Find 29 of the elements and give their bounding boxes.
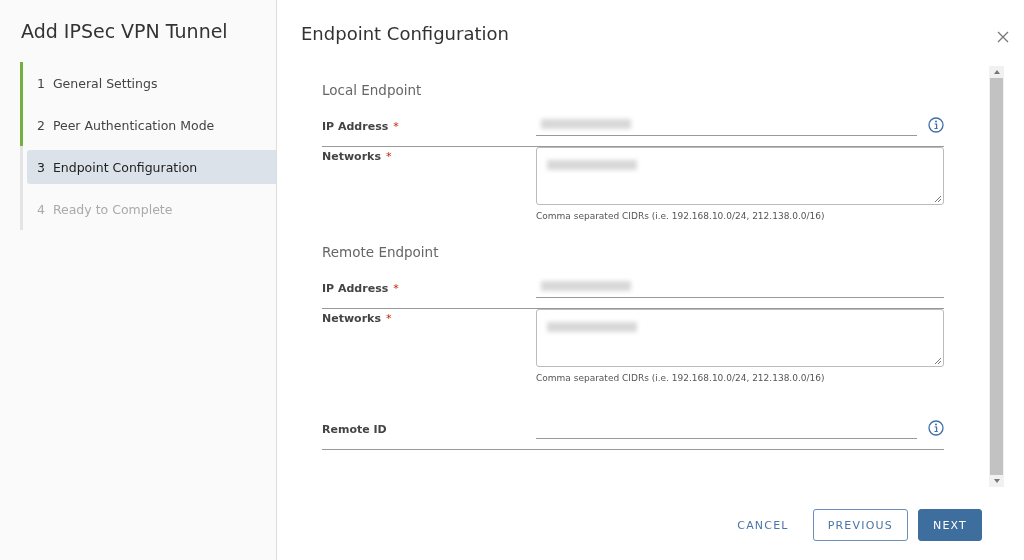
info-icon[interactable] [928,116,944,133]
field-label: IP Address [322,119,389,133]
helper-text: Comma separated CIDRs (i.e. 192.168.10.0/24, 212.138.0.0/16) [536,373,826,383]
helper-text: Comma separated CIDRs (i.e. 192.168.10.0/24, 212.138.0.0/16) [536,211,826,221]
wizard-step[interactable]: 1 General Settings [27,66,276,100]
wizard-button[interactable]: NEXT [917,509,982,541]
field-label: Remote ID [322,422,387,436]
close-icon[interactable] [997,31,1009,43]
resize-handle-icon[interactable] [934,357,941,364]
section-heading: Local Endpoint [322,82,423,98]
info-icon[interactable] [928,419,944,436]
field-label: Networks [322,150,381,163]
wizard-step[interactable]: 3 Endpoint Configuration [27,150,276,184]
field-label: IP Address [322,281,389,295]
wizard-title: Add IPSec VPN Tunnel [20,19,229,44]
required-mark: * [393,281,399,295]
scroll-down-icon[interactable] [993,479,1000,483]
field-label: Networks [322,312,381,325]
required-mark: * [385,312,392,325]
required-mark: * [385,150,392,163]
scrollbar[interactable] [989,66,1004,487]
wizard-button[interactable]: CANCEL [723,509,803,541]
wizard-step[interactable]: 2 Peer Authentication Mode [27,108,276,142]
wizard-button[interactable]: PREVIOUS [812,509,908,541]
section-heading: Remote Endpoint [322,244,440,260]
page-title: Endpoint Configuration [301,22,509,44]
required-mark: * [393,119,399,133]
scroll-up-icon[interactable] [993,70,1000,74]
resize-handle-icon[interactable] [934,195,941,202]
